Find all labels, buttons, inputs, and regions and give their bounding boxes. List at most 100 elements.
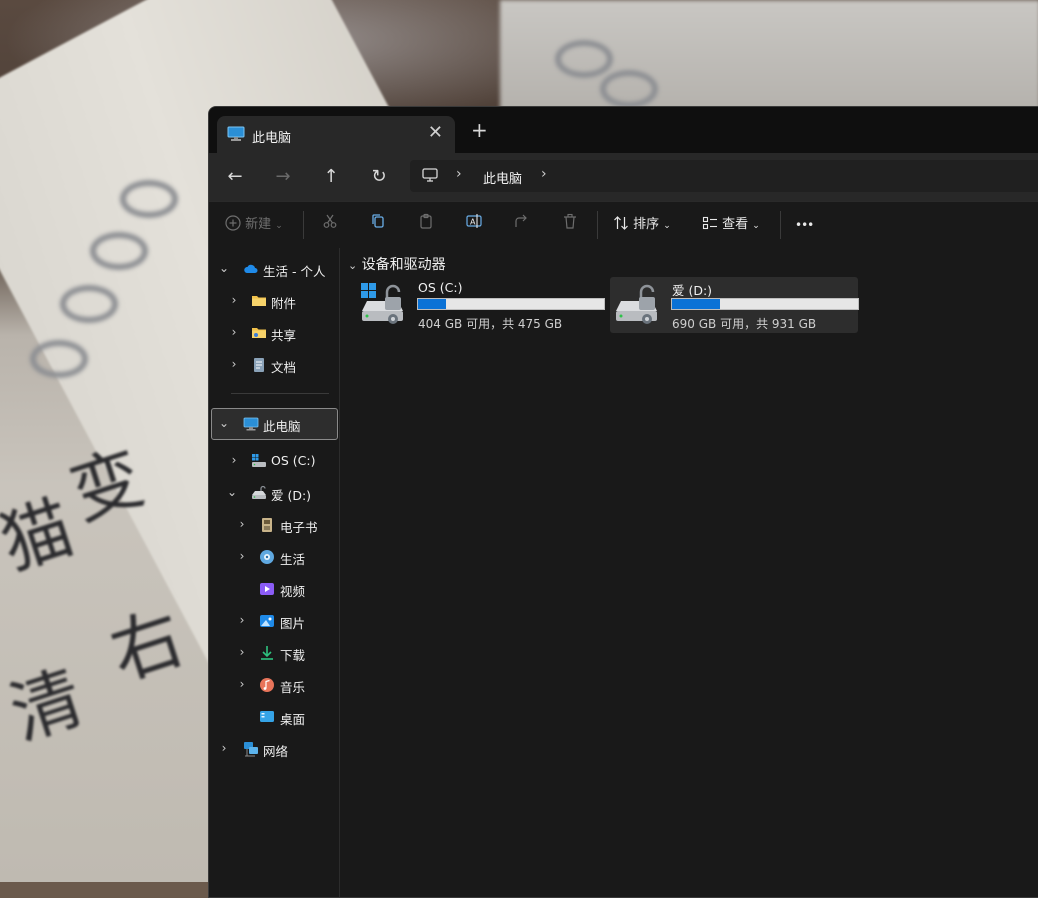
group-title: 设备和驱动器 xyxy=(361,257,446,273)
new-label: 新建 xyxy=(245,217,272,232)
music-icon xyxy=(259,677,275,693)
trash-icon xyxy=(564,213,576,229)
sidebar-item-drive-d[interactable]: ⌄ 爱 (D:) xyxy=(211,478,336,508)
cut-button[interactable] xyxy=(322,213,338,237)
this-pc-icon xyxy=(243,416,259,432)
drive-name: OS (C:) xyxy=(418,280,463,295)
life-folder-icon xyxy=(259,549,275,565)
sidebar-item-label: 爱 (D:) xyxy=(271,488,312,503)
new-tab-button[interactable]: + xyxy=(471,118,488,142)
sidebar-item-documents[interactable]: › 文档 xyxy=(211,350,336,380)
chevron-right-icon[interactable]: › xyxy=(235,677,249,691)
sidebar-item-label: 生活 xyxy=(280,552,306,567)
chevron-right-icon[interactable]: › xyxy=(227,357,241,371)
sidebar-item-onedrive[interactable]: ⌄ 生活 - 个人 xyxy=(211,254,336,284)
chevron-down-icon[interactable]: ⌄ xyxy=(225,485,239,499)
sidebar-item-label: 此电脑 xyxy=(263,419,301,434)
back-button[interactable]: ← xyxy=(223,165,247,189)
sidebar-item-label: 音乐 xyxy=(280,680,306,695)
forward-button[interactable]: → xyxy=(271,165,295,189)
view-label: 查看 xyxy=(722,217,749,232)
sidebar-item-desktop[interactable]: 桌面 xyxy=(211,702,336,732)
navigation-bar: ← → ↑ ↻ › 此电脑 › xyxy=(209,153,1038,201)
chevron-right-icon[interactable]: › xyxy=(227,293,241,307)
breadcrumb-this-pc[interactable]: 此电脑 xyxy=(483,168,522,187)
sidebar-item-attachments[interactable]: › 附件 xyxy=(211,286,336,316)
chevron-right-icon[interactable]: › xyxy=(235,517,249,531)
view-icon xyxy=(702,216,717,230)
rename-icon: A xyxy=(466,214,482,228)
share-button[interactable] xyxy=(514,213,530,237)
breadcrumb-separator[interactable]: › xyxy=(541,166,547,182)
chevron-down-icon[interactable]: ⌄ xyxy=(217,416,231,430)
drive-tile-c[interactable]: OS (C:) 404 GB 可用，共 475 GB xyxy=(356,277,605,333)
new-button[interactable]: 新建 ⌄ xyxy=(225,213,283,237)
sort-label: 排序 xyxy=(633,217,660,232)
windows-drive-icon xyxy=(251,453,267,469)
chevron-down-icon[interactable]: ⌄ xyxy=(348,259,357,272)
sidebar-item-music[interactable]: › 音乐 xyxy=(211,670,336,700)
refresh-button[interactable]: ↻ xyxy=(367,165,391,189)
sidebar-item-os-c[interactable]: › OS (C:) xyxy=(211,446,336,476)
sidebar-item-label: 附件 xyxy=(271,296,297,311)
toolbar-divider xyxy=(303,211,304,239)
up-button[interactable]: ↑ xyxy=(319,165,343,189)
sort-icon xyxy=(614,216,628,230)
sidebar-item-ebooks[interactable]: › 电子书 xyxy=(211,510,336,540)
drive-free-space: 690 GB 可用，共 931 GB xyxy=(672,317,817,331)
copy-icon xyxy=(372,214,384,228)
content-pane: ⌄ 设备和驱动器 OS (C:) 404 GB 可用，共 475 GB 爱 (D… xyxy=(340,248,1038,897)
desktop-icon xyxy=(259,709,275,725)
svg-text:A: A xyxy=(470,218,476,227)
paste-button[interactable] xyxy=(418,213,434,237)
group-header-devices[interactable]: ⌄ 设备和驱动器 xyxy=(348,254,446,274)
sidebar-item-network[interactable]: › 网络 xyxy=(211,734,336,764)
drive-name: 爱 (D:) xyxy=(672,283,713,298)
sidebar-item-this-pc[interactable]: ⌄ 此电脑 xyxy=(211,408,338,440)
windows-drive-icon xyxy=(360,281,410,325)
drive-icon xyxy=(251,485,267,501)
sidebar-item-downloads[interactable]: › 下载 xyxy=(211,638,336,668)
sidebar-item-label: 电子书 xyxy=(280,520,318,535)
scissors-icon xyxy=(323,214,337,228)
toolbar-divider xyxy=(597,211,598,239)
videos-icon xyxy=(259,581,275,597)
share-icon xyxy=(515,214,527,227)
address-bar[interactable]: › 此电脑 › xyxy=(410,160,1038,192)
view-button[interactable]: 查看 ⌄ xyxy=(702,213,760,237)
sidebar-item-label: 生活 - 个人 xyxy=(263,264,326,279)
sidebar-item-label: 下载 xyxy=(280,648,306,663)
chevron-right-icon[interactable]: › xyxy=(217,741,231,755)
chevron-right-icon[interactable]: › xyxy=(227,325,241,339)
folder-icon xyxy=(251,293,267,309)
title-bar: 此电脑 ✕ + xyxy=(209,107,1038,153)
drive-tile-d[interactable]: 爱 (D:) 690 GB 可用，共 931 GB xyxy=(610,277,859,333)
more-options-button[interactable]: ••• xyxy=(795,213,814,237)
chevron-right-icon[interactable]: › xyxy=(227,453,241,467)
file-explorer-window: 此电脑 ✕ + ← → ↑ ↻ › 此电脑 › 新建 ⌄ A 排序 ⌄ 查看 ⌄… xyxy=(208,106,1038,898)
sidebar-item-label: 视频 xyxy=(280,584,306,599)
drive-usage-fill xyxy=(418,299,446,309)
close-tab-icon[interactable]: ✕ xyxy=(428,122,443,143)
sidebar-item-label: 网络 xyxy=(263,744,289,759)
delete-button[interactable] xyxy=(562,213,578,237)
breadcrumb-separator[interactable]: › xyxy=(456,166,462,182)
rename-button[interactable]: A xyxy=(466,213,482,237)
chevron-right-icon[interactable]: › xyxy=(235,645,249,659)
sidebar-item-label: OS (C:) xyxy=(271,453,316,468)
ebook-folder-icon xyxy=(259,517,275,533)
drive-usage-fill xyxy=(672,299,721,309)
sidebar-item-shared[interactable]: › 共享 xyxy=(211,318,336,348)
sidebar-item-videos[interactable]: 视频 xyxy=(211,574,336,604)
sidebar-item-label: 桌面 xyxy=(280,712,306,727)
sidebar-item-life[interactable]: › 生活 xyxy=(211,542,336,572)
chevron-right-icon[interactable]: › xyxy=(235,613,249,627)
tab-this-pc[interactable]: 此电脑 ✕ xyxy=(217,116,455,153)
chevron-right-icon[interactable]: › xyxy=(235,549,249,563)
clipboard-icon xyxy=(420,213,432,229)
sidebar-item-pictures[interactable]: › 图片 xyxy=(211,606,336,636)
sort-button[interactable]: 排序 ⌄ xyxy=(613,213,671,237)
chevron-down-icon: ⌄ xyxy=(752,221,760,231)
copy-button[interactable] xyxy=(370,213,386,237)
chevron-down-icon[interactable]: ⌄ xyxy=(217,261,231,275)
